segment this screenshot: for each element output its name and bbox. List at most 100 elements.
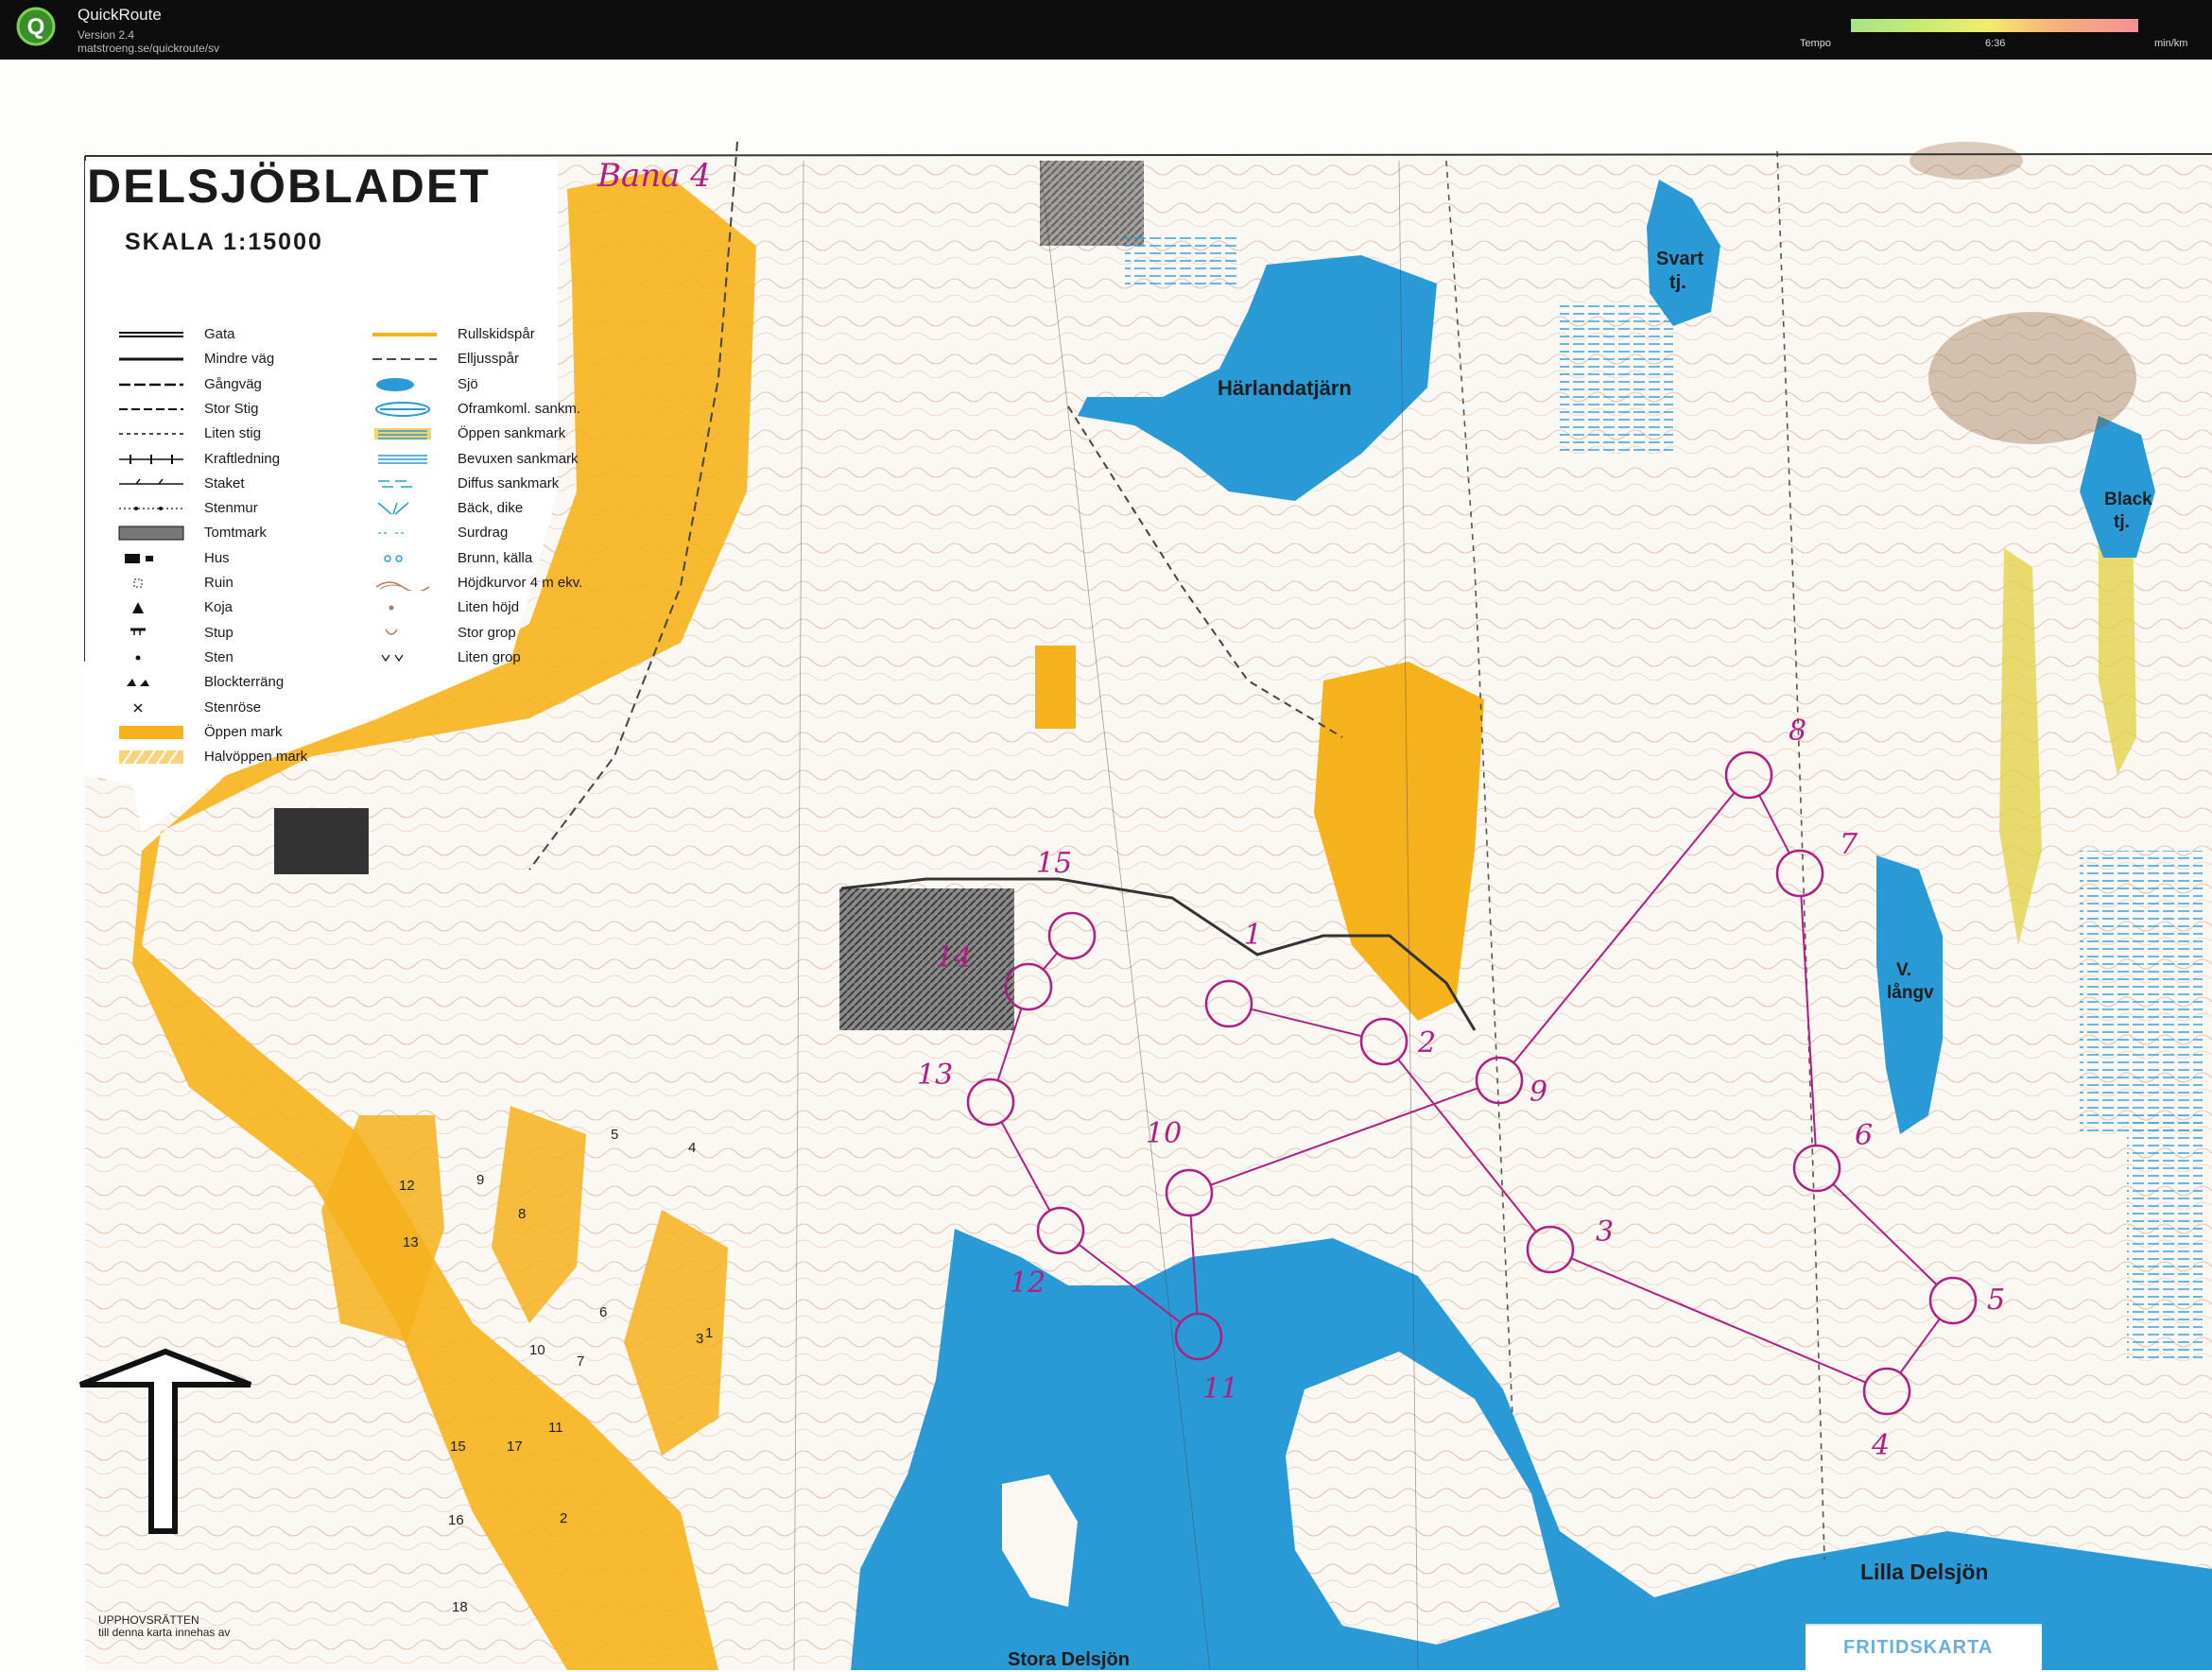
cliff-icon (130, 628, 146, 635)
svg-text:Q: Q (27, 14, 45, 40)
fence-icon (119, 478, 183, 485)
stream-icon (377, 502, 409, 515)
diffuse-marsh-icon (378, 480, 412, 488)
control-number-15: 15 (1036, 847, 1073, 880)
area-number-13: 13 (403, 1234, 419, 1250)
legend-label: Bevuxen sankmark (458, 450, 579, 467)
control-number-13: 13 (917, 1059, 954, 1092)
app-url[interactable]: matstroeng.se/quickroute/sv (78, 42, 219, 55)
legend-label: Stup (204, 624, 233, 641)
lake-label-svart-1: Svart (1656, 249, 1704, 269)
legend-label: Oframkoml. sankm. (458, 400, 581, 417)
settlement-icon (118, 526, 184, 541)
impassable-marsh-icon (375, 401, 430, 417)
hut-icon (132, 602, 144, 614)
area-number-3: 3 (696, 1331, 704, 1347)
legend-label: Brunn, källa (458, 549, 533, 566)
fritidskarta-badge: FRITIDSKARTA (1806, 1624, 2042, 1672)
area-number-10: 10 (529, 1342, 545, 1358)
area-number-4: 4 (688, 1140, 697, 1156)
tempo-color-scale[interactable] (1851, 19, 2138, 32)
ruin-icon (133, 578, 143, 588)
area-number-2: 2 (560, 1510, 568, 1526)
legend-label: Koja (204, 599, 233, 616)
legend-label: Halvöppen mark (204, 749, 308, 766)
control-number-3: 3 (1596, 1215, 1615, 1249)
legend-label: Blockterräng (204, 674, 285, 691)
legend-label: Öppen mark (204, 723, 283, 740)
control-number-6: 6 (1855, 1119, 1874, 1152)
double-line-icon (119, 332, 183, 337)
quickroute-logo-icon: Q (16, 7, 56, 46)
control-number-1: 1 (1244, 919, 1263, 952)
lit-track-icon (372, 358, 437, 361)
app-toolbar: Q QuickRoute Version 2.4 matstroeng.se/q… (0, 0, 2212, 60)
map-title: DELSJÖBLADET (87, 160, 491, 213)
lake-label-v-langv-1: V. (1896, 960, 1912, 980)
legend-label: Stor Stig (204, 400, 259, 417)
area-number-11: 11 (548, 1420, 563, 1436)
dashed-road-icon (119, 383, 183, 386)
map-scale: SKALA 1:15000 (125, 229, 323, 255)
legend-label: Rullskidspår (458, 326, 535, 342)
lake-label-harlandatjarn: Härlandatjärn (1218, 376, 1352, 400)
control-number-11: 11 (1202, 1372, 1239, 1405)
lake-icon (376, 377, 414, 391)
legend-label: Höjdkurvor 4 m ekv. (458, 575, 583, 591)
copyright-note: UPPHOVSRÄTTEN till denna karta innehas a… (98, 1614, 230, 1639)
legend-label: Gata (204, 326, 235, 342)
control-number-4: 4 (1872, 1429, 1891, 1462)
open-land-icon (119, 725, 183, 739)
app-version: Version 2.4 (78, 28, 135, 42)
tempo-unit: min/km (2154, 38, 2188, 49)
lake-label-black-2: tj. (2114, 512, 2130, 532)
legend-label: Stor grop (458, 624, 516, 641)
legend-label: Liten höjd (458, 599, 520, 616)
semi-open-icon (119, 750, 183, 765)
power-line-icon (119, 454, 183, 464)
control-number-14: 14 (936, 941, 973, 974)
app-title: QuickRoute (78, 6, 162, 24)
area-number-16: 16 (448, 1512, 464, 1528)
legend-label: Diffus sankmark (458, 474, 560, 491)
control-number-7: 7 (1840, 828, 1858, 861)
tempo-middle-value: 6:36 (1985, 38, 2006, 49)
legend-label: Liten grop (458, 648, 521, 665)
lake-label-svart-2: tj. (1669, 272, 1686, 293)
area-number-7: 7 (577, 1353, 585, 1370)
area-number-6: 6 (599, 1304, 608, 1320)
stone-wall-icon (119, 507, 183, 511)
fritidskarta-label: FRITIDSKARTA (1843, 1637, 1994, 1658)
legend-label: Bäck, dike (458, 500, 524, 517)
contour-icon (375, 581, 430, 591)
copyright-line-2: till denna karta innehas av (98, 1626, 231, 1639)
course-label: Bana 4 (597, 157, 711, 195)
boulder-field-icon (127, 679, 149, 687)
vegetated-marsh-icon (378, 454, 427, 464)
cairn-icon (133, 702, 143, 713)
boulder-icon (135, 655, 141, 661)
small-path-icon (119, 433, 183, 435)
lake-label-stora-delsjon: Stora Delsjön (1008, 1649, 1130, 1670)
area-number-17: 17 (507, 1439, 523, 1455)
legend-label: Liten stig (204, 425, 262, 442)
small-pit-icon (381, 654, 404, 662)
legend-label: Mindre väg (204, 351, 275, 368)
control-number-12: 12 (1010, 1267, 1046, 1300)
tempo-label: Tempo (1800, 38, 1832, 49)
legend-label: Tomtmark (204, 525, 267, 542)
legend-label: Sten (204, 648, 233, 665)
legend-label: Öppen sankmark (458, 425, 566, 442)
legend-label: Hus (204, 549, 230, 566)
road-icon (119, 357, 183, 361)
spring-icon (384, 554, 403, 562)
control-number-10: 10 (1146, 1117, 1183, 1150)
legend-label: Surdrag (458, 525, 509, 542)
control-number-5: 5 (1987, 1284, 2006, 1317)
area-number-9: 9 (476, 1172, 485, 1188)
legend-label: Kraftledning (204, 450, 281, 467)
seepage-icon (378, 532, 406, 534)
house-icon (125, 553, 153, 563)
legend-label: Gångväg (204, 375, 262, 392)
big-pit-icon (385, 629, 398, 635)
